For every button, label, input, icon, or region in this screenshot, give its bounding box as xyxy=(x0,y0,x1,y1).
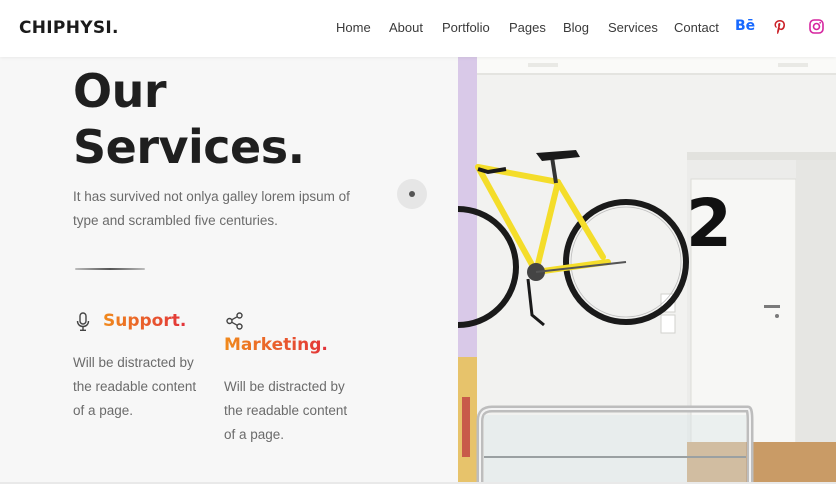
share-icon xyxy=(226,312,244,335)
door-number: 2 xyxy=(686,185,732,262)
nav-home[interactable]: Home xyxy=(336,20,371,35)
service-desc-marketing: Will be distracted by the readable conte… xyxy=(224,379,348,442)
nav-about[interactable]: About xyxy=(389,20,423,35)
nav-portfolio[interactable]: Portfolio xyxy=(442,20,490,35)
behance-icon[interactable]: Bē xyxy=(735,18,755,34)
service-desc-support: Will be distracted by the readable conte… xyxy=(73,355,197,418)
service-title-support: Support. xyxy=(103,311,187,331)
section-divider xyxy=(75,268,145,270)
scroll-indicator-button[interactable] xyxy=(397,179,427,209)
intro-text: It has survived not onlya galley lorem i… xyxy=(73,189,350,228)
main-nav: Home About Portfolio Pages Blog Services… xyxy=(0,20,836,38)
service-title-marketing: Marketing. xyxy=(224,335,328,355)
hero-photo: 2 xyxy=(458,57,836,482)
site-header: CHIPHYSI. Home About Portfolio Pages Blo… xyxy=(0,0,836,57)
page-title: Our Services. xyxy=(73,63,305,175)
nav-contact[interactable]: Contact xyxy=(674,20,719,35)
pinterest-icon[interactable] xyxy=(773,19,787,40)
microphone-icon xyxy=(75,312,91,337)
bicycle-wall-illustration: 2 xyxy=(458,57,836,482)
title-line-1: Our xyxy=(73,64,167,118)
nav-blog[interactable]: Blog xyxy=(563,20,589,35)
title-line-2: Services. xyxy=(73,120,305,174)
instagram-icon[interactable] xyxy=(809,19,824,39)
nav-services[interactable]: Services xyxy=(608,20,658,35)
nav-pages[interactable]: Pages xyxy=(509,20,546,35)
